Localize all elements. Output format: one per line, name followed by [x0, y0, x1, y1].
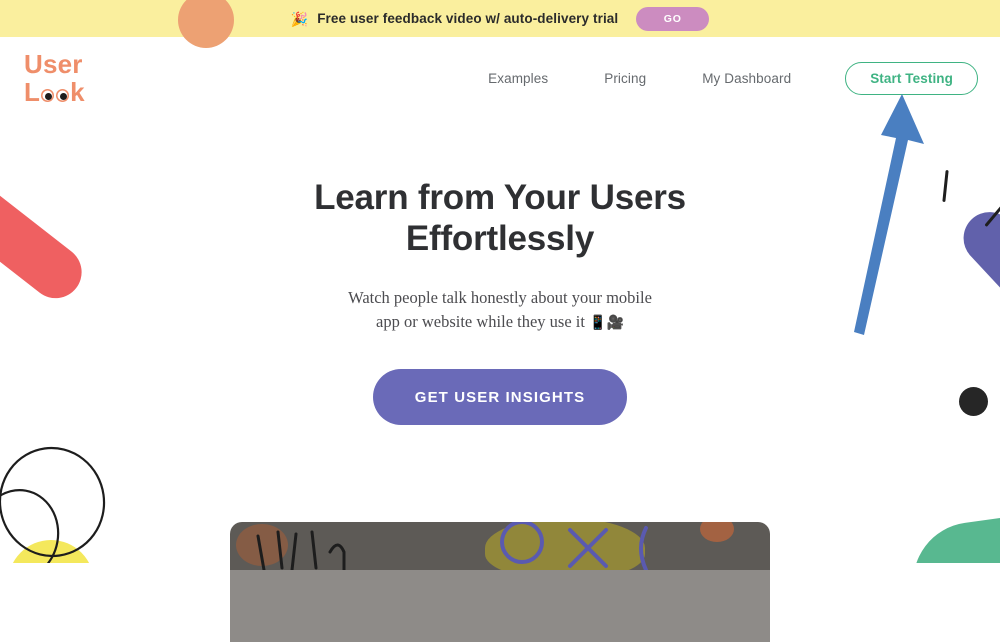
- get-user-insights-button[interactable]: GET USER INSIGHTS: [372, 369, 628, 426]
- logo-eye-icon-right: [56, 88, 70, 102]
- yellow-dot-shape: [8, 540, 94, 563]
- nav-item-examples[interactable]: Examples: [460, 71, 576, 86]
- promo-go-button[interactable]: GO: [636, 6, 710, 31]
- video-scene-sketch-marks: [230, 522, 770, 642]
- promo-banner-text: Free user feedback video w/ auto-deliver…: [317, 11, 619, 26]
- site-header: User L k Examples Pricing My Dashboard S…: [0, 37, 1000, 120]
- hero-video-preview[interactable]: [230, 522, 770, 642]
- nav-item-pricing[interactable]: Pricing: [576, 71, 674, 86]
- hand-drawn-rings-doodle: [0, 446, 106, 563]
- green-blob-shape: [905, 506, 1000, 563]
- userlook-logo[interactable]: User L k: [24, 49, 85, 107]
- logo-eye-icon-left: [41, 88, 55, 102]
- logo-text-look: L k: [24, 76, 85, 107]
- logo-letter-l: L: [24, 76, 41, 107]
- video-frame: [230, 522, 770, 642]
- promo-banner: 🎉 Free user feedback video w/ auto-deliv…: [0, 0, 1000, 37]
- hero-section: Learn from Your Users Effortlessly Watch…: [0, 120, 1000, 426]
- hero-subheadline: Watch people talk honestly about your mo…: [335, 286, 665, 334]
- logo-text-user: User: [24, 49, 83, 80]
- logo-letter-k: k: [70, 76, 85, 107]
- start-testing-button[interactable]: Start Testing: [845, 62, 978, 95]
- mobile-phone-and-camera-icon: 📱🎥: [589, 314, 624, 331]
- nav-item-my-dashboard[interactable]: My Dashboard: [674, 71, 819, 86]
- hero-headline-line-2: Effortlessly: [405, 219, 595, 259]
- party-popper-icon: 🎉: [290, 10, 309, 27]
- main-navigation: Examples Pricing My Dashboard Start Test…: [460, 62, 978, 95]
- hero-headline-line-1: Learn from Your Users: [314, 178, 686, 217]
- hero-headline: Learn from Your Users Effortlessly: [0, 177, 1000, 260]
